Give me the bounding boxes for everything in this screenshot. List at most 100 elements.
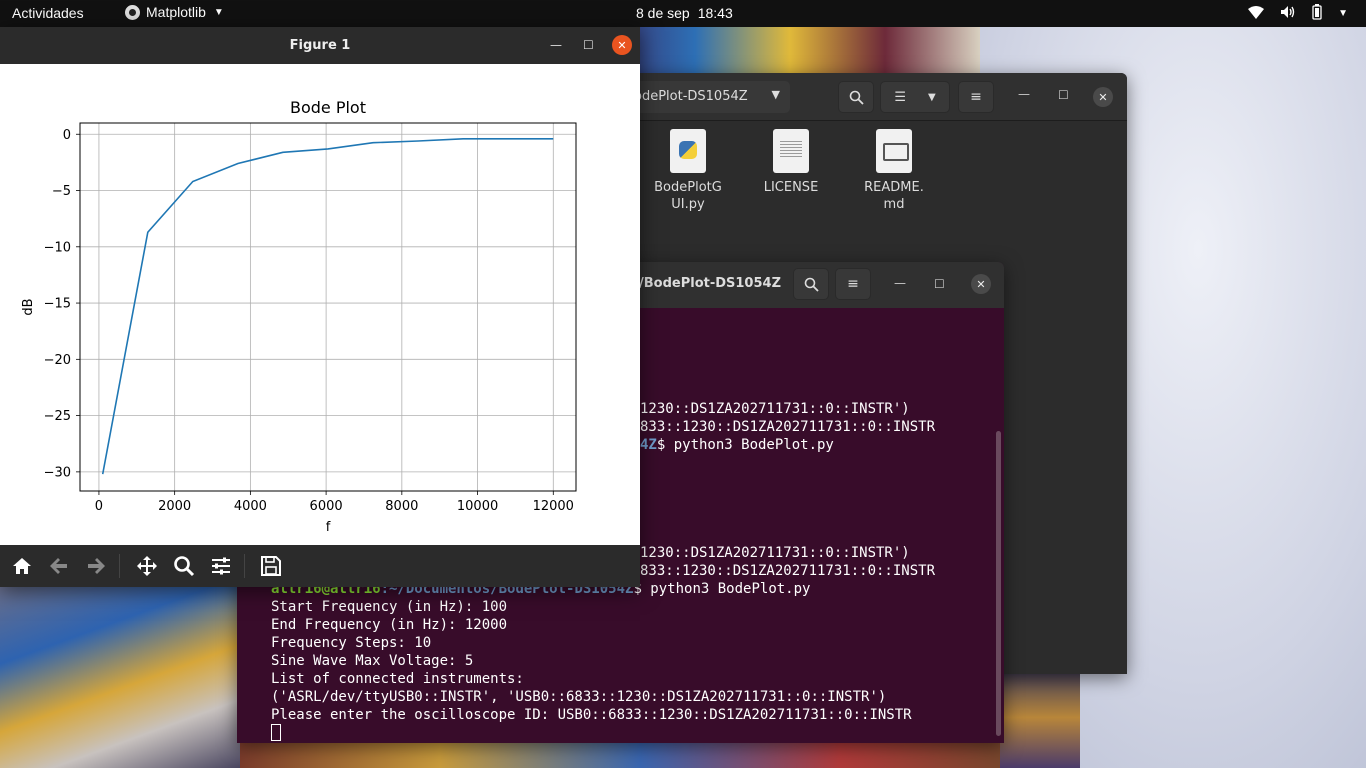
pan-move-icon <box>137 556 157 576</box>
zoom-button[interactable] <box>171 554 197 578</box>
file-manager-headerbar: odePlot-DS1054Z ▼ ☰ ▼ ≡ — ☐ ✕ <box>600 73 1127 121</box>
wallpaper-temple-right <box>1000 667 1080 768</box>
y-axis-ticks: 0 −5 −10 −15 −20 −25 −30 <box>44 128 80 480</box>
figure-titlebar: Figure 1 — ☐ ✕ <box>0 27 640 64</box>
y-tick-label: −20 <box>44 353 71 368</box>
system-tray[interactable]: ▼ <box>1248 4 1348 23</box>
save-floppy-icon <box>261 556 281 576</box>
activities-button[interactable]: Actividades <box>12 5 84 21</box>
figure-toolbar <box>0 545 640 587</box>
chart-title: Bode Plot <box>290 98 366 117</box>
top-bar: Actividades Matplotlib ▼ 8 de sep 18:43 ▼ <box>0 0 1366 27</box>
volume-icon <box>1280 5 1296 22</box>
save-button[interactable] <box>258 554 284 578</box>
path-bar-label: odePlot-DS1054Z <box>634 89 748 104</box>
markdown-file-icon <box>876 129 912 173</box>
x-tick-label: 8000 <box>385 499 418 514</box>
x-tick-label: 2000 <box>158 499 191 514</box>
x-tick-label: 10000 <box>457 499 498 514</box>
menu-button[interactable]: ≡ <box>958 81 994 113</box>
close-icon[interactable]: ✕ <box>971 274 991 294</box>
terminal-line: Sine Wave Max Voltage: 5 <box>271 653 474 669</box>
back-button[interactable] <box>46 554 72 578</box>
file-item[interactable]: README. md <box>849 121 939 213</box>
terminal-line: 1230::DS1ZA202711731::0::INSTR') <box>640 545 910 561</box>
terminal-line: List of connected instruments: <box>271 671 524 687</box>
chevron-down-icon: ▼ <box>1338 8 1348 19</box>
maximize-icon[interactable]: ☐ <box>583 38 594 52</box>
forward-arrow-icon <box>88 558 105 574</box>
wallpaper-temple-left <box>0 582 240 768</box>
python-file-icon <box>670 129 706 173</box>
y-tick-label: −5 <box>52 184 71 199</box>
y-tick-label: −10 <box>44 240 71 255</box>
chevron-down-icon: ▼ <box>213 6 224 18</box>
y-tick-label: −25 <box>44 409 71 424</box>
search-icon <box>849 90 864 105</box>
x-tick-label: 0 <box>95 499 103 514</box>
prompt-path-fragment: 4Z <box>640 437 657 453</box>
terminal-title: /BodePlot-DS1054Z <box>639 276 781 291</box>
terminal-line: Frequency Steps: 10 <box>271 635 432 651</box>
x-tick-label: 12000 <box>533 499 574 514</box>
terminal-line: Start Frequency (in Hz): 100 <box>271 599 508 615</box>
toolbar-separator <box>244 554 245 578</box>
y-axis-label: dB <box>21 298 36 315</box>
view-options-button[interactable]: ☰ ▼ <box>880 81 950 113</box>
series-line <box>101 138 554 475</box>
clock[interactable]: 8 de sep 18:43 <box>636 5 733 21</box>
close-icon[interactable]: ✕ <box>612 35 632 55</box>
clock-date: 8 de sep <box>636 5 690 21</box>
figure-canvas[interactable]: 0 2000 4000 6000 8000 10000 12000 0 −5 −10 −15 −20… <box>0 64 640 545</box>
terminal-command: $ python3 BodePlot.py <box>633 581 811 597</box>
x-axis-ticks: 0 2000 4000 6000 8000 10000 12000 <box>95 491 574 514</box>
terminal-line: ('ASRL/dev/ttyUSB0::INSTR', 'USB0::6833:… <box>271 689 887 705</box>
home-icon <box>13 558 31 574</box>
back-arrow-icon <box>50 558 67 574</box>
terminal-line: End Frequency (in Hz): 12000 <box>271 617 508 633</box>
chart-grid <box>80 123 576 491</box>
minimize-icon[interactable]: — <box>894 276 906 290</box>
matplotlib-app-icon <box>125 4 140 20</box>
configure-subplots-button[interactable] <box>208 554 234 578</box>
maximize-icon[interactable]: ☐ <box>1058 88 1069 102</box>
file-item[interactable]: BodePlotG UI.py <box>643 121 733 213</box>
pan-button[interactable] <box>134 554 160 578</box>
maximize-icon[interactable]: ☐ <box>934 277 945 291</box>
app-menu[interactable]: Matplotlib ▼ <box>125 4 224 20</box>
terminal-line: 1230::DS1ZA202711731::0::INSTR') <box>640 401 910 417</box>
search-button[interactable] <box>838 81 874 113</box>
terminal-search-button[interactable] <box>793 268 829 300</box>
terminal-line: 4Z$ python3 BodePlot.py <box>640 436 834 454</box>
minimize-icon[interactable]: — <box>1018 87 1030 101</box>
close-icon[interactable]: ✕ <box>1093 87 1113 107</box>
y-tick-label: −30 <box>44 465 71 480</box>
terminal-menu-button[interactable]: ≡ <box>835 268 871 300</box>
file-name: README. <box>864 180 924 195</box>
terminal-line: Please enter the oscilloscope ID: USB0::… <box>271 707 912 723</box>
text-file-icon <box>773 129 809 173</box>
wallpaper-temple-bottom <box>240 742 1040 768</box>
minimize-icon[interactable]: — <box>550 38 562 52</box>
x-axis-label: f <box>326 520 331 535</box>
terminal-cursor-line <box>271 724 281 743</box>
y-tick-label: 0 <box>63 128 71 143</box>
wifi-icon <box>1248 5 1265 22</box>
x-tick-label: 4000 <box>234 499 267 514</box>
file-name: md <box>883 197 905 212</box>
configure-subplots-icon <box>212 557 230 575</box>
file-item[interactable]: LICENSE <box>746 121 836 196</box>
file-name: BodePlotG <box>654 180 722 195</box>
list-view-icon: ☰ <box>894 89 906 105</box>
app-menu-label: Matplotlib <box>146 4 206 20</box>
battery-icon <box>1312 4 1322 23</box>
x-tick-label: 6000 <box>310 499 343 514</box>
forward-button[interactable] <box>83 554 109 578</box>
clock-time: 18:43 <box>697 5 733 21</box>
hamburger-menu-icon: ≡ <box>847 276 859 292</box>
chevron-down-icon: ▼ <box>771 88 780 101</box>
home-button[interactable] <box>9 554 35 578</box>
bode-plot-chart[interactable]: 0 2000 4000 6000 8000 10000 12000 0 −5 −10 −15 −20… <box>0 64 640 545</box>
chevron-down-icon: ▼ <box>927 91 936 103</box>
terminal-scrollbar[interactable] <box>996 431 1001 736</box>
